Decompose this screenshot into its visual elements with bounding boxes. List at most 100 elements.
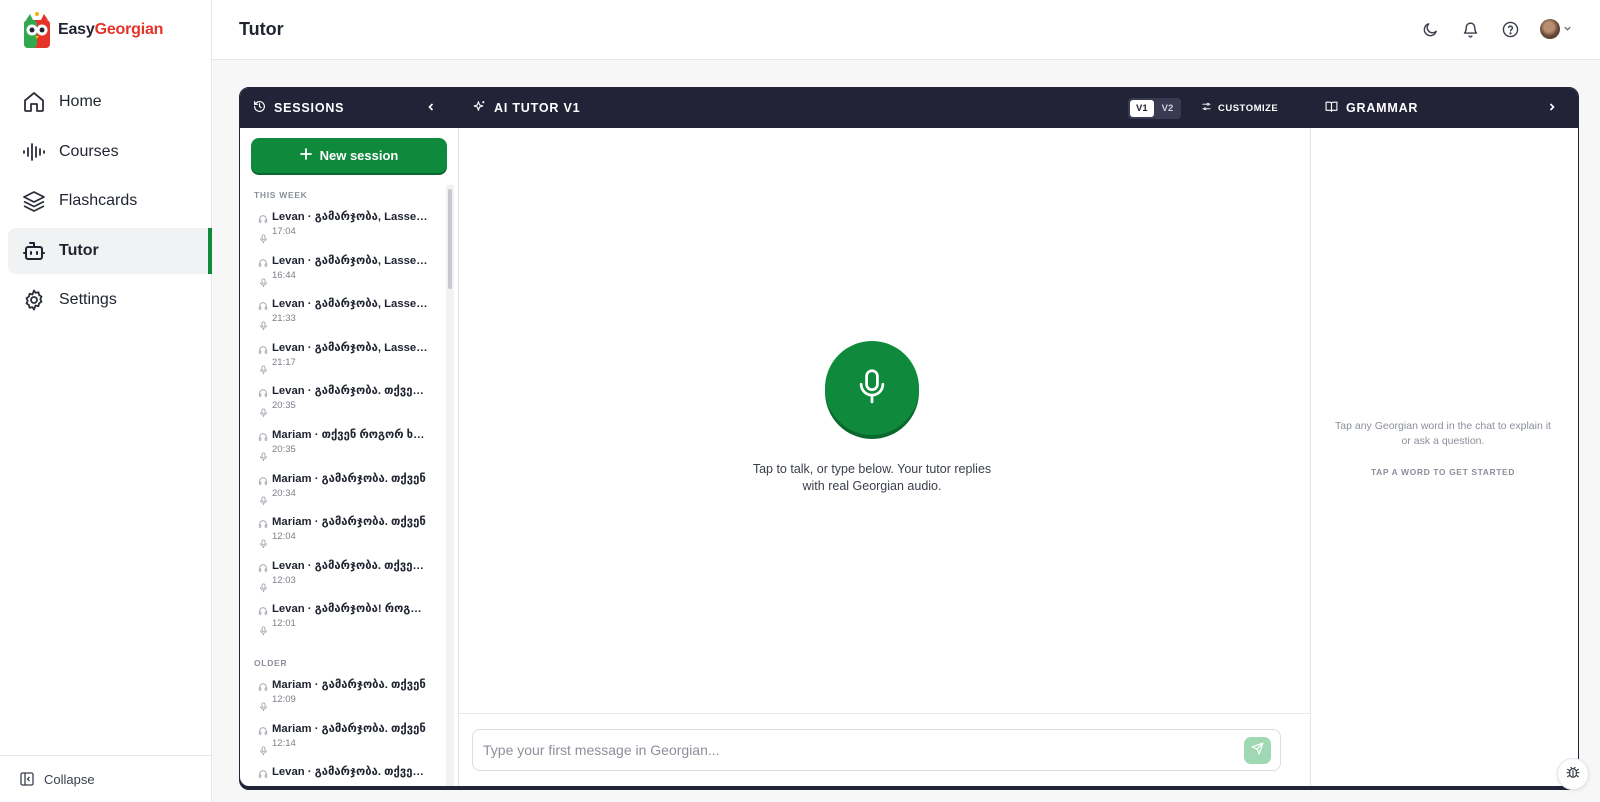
session-mode-icons <box>254 602 272 641</box>
session-mode-icons <box>254 210 272 249</box>
book-open-icon <box>1325 100 1338 116</box>
collapse-sessions-button[interactable] <box>426 88 436 128</box>
session-title: Levan · გამარჯობა, Lasse! როგორ <box>272 254 430 267</box>
session-time: 20:35 <box>272 400 296 412</box>
sessions-panel: SESSIONS New session THIS WEEK Levan · გ… <box>240 88 459 786</box>
microphone-small-icon <box>259 699 268 717</box>
history-icon <box>253 100 266 116</box>
sessions-header: SESSIONS <box>240 88 459 128</box>
brand-logo[interactable]: EasyGeorgian <box>22 10 163 50</box>
tutor-chat-panel: AI TUTOR V1 V1 V2 CUSTOMIZE Tap to talk,… <box>459 88 1312 786</box>
audio-wave-icon <box>22 140 46 164</box>
this-week-sessions: Levan · გამარჯობა, Lasse! როგორ17:04Leva… <box>240 205 445 641</box>
session-title: Levan · გამარჯობა, Lasse! როგორ <box>272 298 430 311</box>
session-item[interactable]: Levan · გამარჯობა, Lasse! როგორ 17:04 <box>240 205 445 249</box>
send-icon <box>1251 741 1264 760</box>
session-item[interactable]: Mariam · გამარჯობა. თქვენ 12:04 <box>240 510 445 554</box>
customize-button[interactable]: CUSTOMIZE <box>1201 88 1278 128</box>
top-bar: Tutor <box>212 0 1600 60</box>
session-item[interactable]: Levan · გამარჯობა, Lasse! როგორ 16:44 <box>240 249 445 293</box>
session-time: 12:04 <box>272 531 296 543</box>
session-item[interactable]: Mariam · გამარჯობა. თქვენ 12:14 <box>240 717 445 761</box>
user-menu[interactable] <box>1540 19 1572 39</box>
session-title: Levan · გამარჯობა, Lasse! როგორ <box>272 211 430 223</box>
bug-report-button[interactable] <box>1557 758 1589 790</box>
help-icon[interactable] <box>1500 18 1520 40</box>
session-time: 17:04 <box>272 226 296 237</box>
session-item[interactable]: Mariam · გამარჯობა. თქვენ 12:09 <box>240 673 445 717</box>
tutor-title: AI TUTOR V1 <box>494 101 581 115</box>
scrollbar-thumb[interactable] <box>448 189 452 289</box>
headphones-icon <box>258 516 268 534</box>
notification-bell-icon[interactable] <box>1460 18 1480 40</box>
message-input[interactable] <box>472 729 1281 771</box>
headphones-icon <box>258 766 268 784</box>
bug-icon <box>1565 764 1581 785</box>
send-button[interactable] <box>1244 737 1271 764</box>
sidebar-collapse-icon <box>20 772 34 786</box>
nav-label-tutor: Tutor <box>59 241 99 259</box>
session-item[interactable]: Levan · გამარჯობა, Lasse! როგორ 21:33 <box>240 292 445 336</box>
nav-item-flashcards[interactable]: Flashcards <box>8 178 212 224</box>
nav-item-settings[interactable]: Settings <box>8 277 212 323</box>
plus-icon <box>299 148 312 163</box>
session-item[interactable]: Levan · გამარჯობა. თქვენ როგორ 12:03 <box>240 554 445 598</box>
microphone-small-icon <box>259 536 268 554</box>
headphones-icon <box>258 560 268 578</box>
session-time: 20:34 <box>272 487 296 499</box>
tutor-hint-line1: Tap to talk, or type below. Your tutor r… <box>752 462 992 476</box>
session-time: 12:03 <box>272 574 296 586</box>
grammar-hint-line1: Tap any Georgian word in the chat to exp… <box>1335 420 1551 432</box>
version-v1-tab[interactable]: V1 <box>1130 99 1154 117</box>
headphones-icon <box>258 603 268 621</box>
session-title: Levan · გამარჯობა. თქვენ როგორ <box>272 766 430 779</box>
session-item[interactable]: Mariam · გამარჯობა. თქვენ 20:34 <box>240 467 445 511</box>
dark-mode-icon[interactable] <box>1420 18 1440 40</box>
microphone-button[interactable] <box>825 341 919 435</box>
session-item[interactable]: Levan · გამარჯობა, Lasse! როგორ 21:17 <box>240 336 445 380</box>
session-time: 16:44 <box>272 269 296 281</box>
expand-grammar-button[interactable] <box>1547 88 1557 128</box>
message-composer <box>459 713 1311 786</box>
headphones-icon <box>258 679 268 697</box>
session-mode-icons <box>254 297 272 336</box>
headphones-icon <box>258 385 268 403</box>
session-item[interactable]: Levan · გამარჯობა. თქვენ როგორ <box>240 760 445 786</box>
session-item[interactable]: Levan · გამარჯობა! როგორ ხარ 12:01 <box>240 597 445 641</box>
nav-item-tutor[interactable]: Tutor <box>8 227 212 274</box>
layers-icon <box>22 189 46 213</box>
session-item[interactable]: Mariam · თქვენ როგორ ხართ 20:35 <box>240 423 445 467</box>
version-v2-tab[interactable]: V2 <box>1156 100 1180 117</box>
grammar-hint-line2: or ask a question. <box>1401 435 1485 447</box>
tutor-card: SESSIONS New session THIS WEEK Levan · გ… <box>239 87 1579 787</box>
customize-label: CUSTOMIZE <box>1218 102 1279 114</box>
grammar-hint: Tap any Georgian word in the chat to exp… <box>1330 419 1556 449</box>
session-title: Mariam · თქვენ როგორ ხართ <box>272 428 430 441</box>
headphones-icon <box>258 723 268 741</box>
avatar <box>1540 19 1560 39</box>
session-mode-icons <box>254 428 272 467</box>
session-title: Levan · გამარჯობა. თქვენ როგორ <box>272 385 430 398</box>
brand-name: EasyGeorgian <box>58 21 163 39</box>
session-item[interactable]: Levan · გამარჯობა. თქვენ როგორ 20:35 <box>240 379 445 423</box>
grammar-title: GRAMMAR <box>1346 101 1419 115</box>
session-mode-icons <box>254 254 272 293</box>
sparkles-icon <box>473 100 486 116</box>
microphone-small-icon <box>259 743 268 761</box>
headphones-icon <box>258 473 268 491</box>
session-mode-icons <box>254 341 272 380</box>
session-title: Mariam · გამარჯობა. თქვენ <box>272 722 426 735</box>
new-session-button[interactable]: New session <box>251 138 447 173</box>
session-mode-icons <box>254 472 272 511</box>
chevron-left-icon <box>426 101 436 115</box>
session-mode-icons <box>254 722 272 761</box>
session-title: Levan · გამარჯობა. თქვენ როგორ <box>272 559 430 572</box>
tutor-header: AI TUTOR V1 V1 V2 CUSTOMIZE <box>459 88 1312 128</box>
sessions-scrollbar[interactable] <box>446 185 454 786</box>
nav-item-courses[interactable]: Courses <box>8 129 212 175</box>
nav-item-home[interactable]: Home <box>8 79 212 125</box>
home-icon <box>22 90 46 114</box>
microphone-small-icon <box>259 275 268 293</box>
collapse-button[interactable]: Collapse <box>0 755 211 802</box>
tutor-hint: Tap to talk, or type below. Your tutor r… <box>685 461 1059 494</box>
